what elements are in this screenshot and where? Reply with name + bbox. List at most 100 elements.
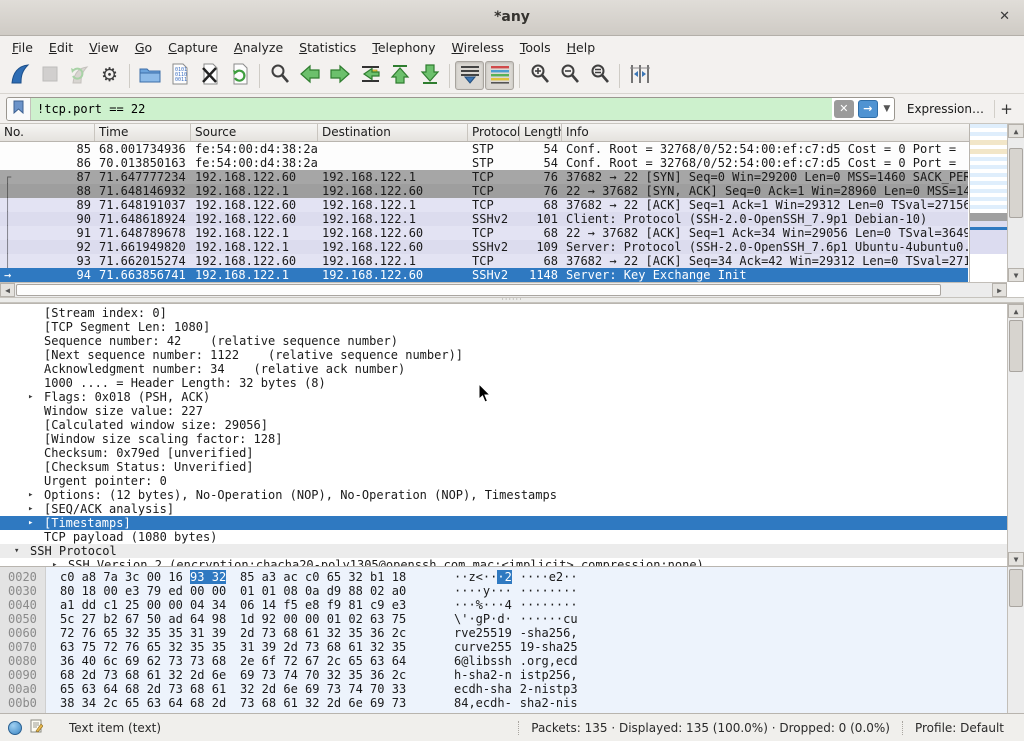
menu-go[interactable]: Go — [127, 38, 160, 57]
zoom-100-button[interactable] — [585, 61, 614, 90]
colorize-button[interactable] — [485, 61, 514, 90]
expand-icon[interactable]: ▸ — [28, 488, 33, 502]
packet-list-hscrollbar[interactable]: ◀ ▶ — [0, 282, 1007, 297]
filter-bookmark-button[interactable] — [7, 98, 31, 120]
expand-icon[interactable]: ▸ — [52, 558, 57, 566]
bytes-vscrollbar[interactable] — [1007, 567, 1024, 713]
menu-capture[interactable]: Capture — [160, 38, 226, 57]
detail-line[interactable]: ▸Flags: 0x018 (PSH, ACK) — [0, 390, 1007, 404]
expand-icon[interactable]: ▸ — [28, 502, 33, 516]
scroll-down-arrow[interactable]: ▼ — [1008, 552, 1024, 566]
stop-capture-button[interactable] — [35, 61, 64, 90]
menu-wireless[interactable]: Wireless — [444, 38, 512, 57]
menu-help[interactable]: Help — [559, 38, 604, 57]
restart-capture-button[interactable] — [65, 61, 94, 90]
column-header-source[interactable]: Source — [191, 124, 318, 141]
hex-row[interactable]: 0040a1 dd c1 25 00 00 04 3406 14 f5 e8 f… — [0, 598, 1007, 612]
zoom-in-button[interactable] — [525, 61, 554, 90]
hex-row[interactable]: 008036 40 6c 69 62 73 73 682e 6f 72 67 2… — [0, 654, 1007, 668]
hex-row[interactable]: 0020c0 a8 7a 3c 00 16 93 3285 a3 ac c0 6… — [0, 570, 1007, 584]
scroll-right-arrow[interactable]: ▶ — [992, 283, 1007, 297]
expression-button[interactable]: Expression… — [895, 102, 994, 116]
hex-row[interactable]: 00b038 34 2c 65 63 64 68 2d73 68 61 32 2… — [0, 696, 1007, 710]
go-to-packet-button[interactable] — [355, 61, 384, 90]
packet-row[interactable]: │9171.648789678192.168.122.1192.168.122.… — [0, 226, 968, 240]
packet-row[interactable]: │9371.662015274192.168.122.60192.168.122… — [0, 254, 968, 268]
menu-analyze[interactable]: Analyze — [226, 38, 291, 57]
detail-line[interactable]: [Stream index: 0] — [0, 306, 1007, 320]
hex-row[interactable]: 00505c 27 b2 67 50 ad 64 981d 92 00 00 0… — [0, 612, 1007, 626]
scroll-up-arrow[interactable]: ▲ — [1008, 124, 1024, 138]
expand-icon[interactable]: ▸ — [28, 390, 33, 404]
hex-row[interactable]: 006072 76 65 32 35 35 31 392d 73 68 61 3… — [0, 626, 1007, 640]
hex-row[interactable]: 009068 2d 73 68 61 32 2d 6e69 73 74 70 3… — [0, 668, 1007, 682]
packet-row[interactable]: │8871.648146932192.168.122.1192.168.122.… — [0, 184, 968, 198]
column-header-time[interactable]: Time — [95, 124, 191, 141]
menu-statistics[interactable]: Statistics — [291, 38, 364, 57]
hex-row[interactable]: 007063 75 72 76 65 32 35 3531 39 2d 73 6… — [0, 640, 1007, 654]
detail-line[interactable]: Sequence number: 42 (relative sequence n… — [0, 334, 1007, 348]
hscrollbar-thumb[interactable] — [16, 284, 941, 296]
hex-row[interactable]: 00a065 63 64 68 2d 73 68 6132 2d 6e 69 7… — [0, 682, 1007, 696]
detail-line[interactable]: ▸[SEQ/ACK analysis] — [0, 502, 1007, 516]
packet-row[interactable]: ┌8771.647777234192.168.122.60192.168.122… — [0, 170, 968, 184]
save-file-button[interactable]: 010101100011 — [165, 61, 194, 90]
resize-columns-button[interactable] — [625, 61, 654, 90]
column-header-info[interactable]: Info — [562, 124, 968, 141]
detail-line[interactable]: Window size value: 227 — [0, 404, 1007, 418]
zoom-out-button[interactable] — [555, 61, 584, 90]
scrollbar-thumb[interactable] — [1009, 148, 1023, 218]
detail-line[interactable]: Acknowledgment number: 34 (relative ack … — [0, 362, 1007, 376]
add-filter-button[interactable]: + — [994, 100, 1018, 118]
detail-line[interactable]: ▸[Timestamps] — [0, 516, 1007, 530]
column-header-protocol[interactable]: Protocol — [468, 124, 520, 141]
close-file-button[interactable] — [195, 61, 224, 90]
filter-clear-button[interactable]: ✕ — [834, 100, 854, 118]
go-back-button[interactable] — [295, 61, 324, 90]
column-header-no[interactable]: No. — [0, 124, 95, 141]
hex-row[interactable]: 003080 18 00 e3 79 ed 00 0001 01 08 0a d… — [0, 584, 1007, 598]
menu-file[interactable]: File — [4, 38, 41, 57]
start-capture-button[interactable] — [5, 61, 34, 90]
detail-line[interactable]: [Calculated window size: 29056] — [0, 418, 1007, 432]
go-first-button[interactable] — [385, 61, 414, 90]
packet-row[interactable]: │8971.648191037192.168.122.60192.168.122… — [0, 198, 968, 212]
menu-tools[interactable]: Tools — [512, 38, 559, 57]
detail-line[interactable]: ▾SSH Protocol — [0, 544, 1007, 558]
detail-line[interactable]: [TCP Segment Len: 1080] — [0, 320, 1007, 334]
reload-file-button[interactable] — [225, 61, 254, 90]
packet-row[interactable]: 8568.001734936fe:54:00:d4:38:2aSTP54Conf… — [0, 142, 968, 156]
filter-apply-button[interactable]: → — [858, 100, 878, 118]
scroll-up-arrow[interactable]: ▲ — [1008, 304, 1024, 318]
scroll-down-arrow[interactable]: ▼ — [1008, 268, 1024, 282]
scrollbar-thumb[interactable] — [1009, 569, 1023, 607]
find-packet-button[interactable] — [265, 61, 294, 90]
packet-row[interactable]: │9271.661949820192.168.122.1192.168.122.… — [0, 240, 968, 254]
capture-comment-icon[interactable] — [30, 719, 43, 736]
column-header-destination[interactable]: Destination — [318, 124, 468, 141]
intelligent-scrollbar[interactable] — [969, 124, 1007, 282]
go-forward-button[interactable] — [325, 61, 354, 90]
go-last-button[interactable] — [415, 61, 444, 90]
scrollbar-thumb[interactable] — [1009, 320, 1023, 372]
collapse-icon[interactable]: ▾ — [14, 544, 19, 558]
detail-line[interactable]: ▸SSH Version 2 (encryption:chacha20-poly… — [0, 558, 1007, 566]
packet-row[interactable]: 8670.013850163fe:54:00:d4:38:2aSTP54Conf… — [0, 156, 968, 170]
status-profile[interactable]: Profile: Default — [902, 721, 1016, 735]
detail-line[interactable]: [Checksum Status: Unverified] — [0, 460, 1007, 474]
menu-view[interactable]: View — [81, 38, 127, 57]
details-vscrollbar[interactable]: ▲ ▼ — [1007, 304, 1024, 566]
expert-info-icon[interactable] — [8, 721, 22, 735]
close-window-button[interactable]: ✕ — [999, 9, 1010, 24]
column-header-length[interactable]: Length — [520, 124, 562, 141]
capture-options-button[interactable]: ⚙ — [95, 61, 124, 90]
auto-scroll-button[interactable] — [455, 61, 484, 90]
menu-edit[interactable]: Edit — [41, 38, 81, 57]
packet-list-vscrollbar[interactable]: ▲ ▼ — [1007, 124, 1024, 282]
open-file-button[interactable] — [135, 61, 164, 90]
detail-line[interactable]: Checksum: 0x79ed [unverified] — [0, 446, 1007, 460]
detail-line[interactable]: [Next sequence number: 1122 (relative se… — [0, 348, 1007, 362]
packet-row[interactable]: │9071.648618924192.168.122.60192.168.122… — [0, 212, 968, 226]
display-filter-input[interactable]: !tcp.port == 22 — [31, 98, 832, 120]
detail-line[interactable]: TCP payload (1080 bytes) — [0, 530, 1007, 544]
